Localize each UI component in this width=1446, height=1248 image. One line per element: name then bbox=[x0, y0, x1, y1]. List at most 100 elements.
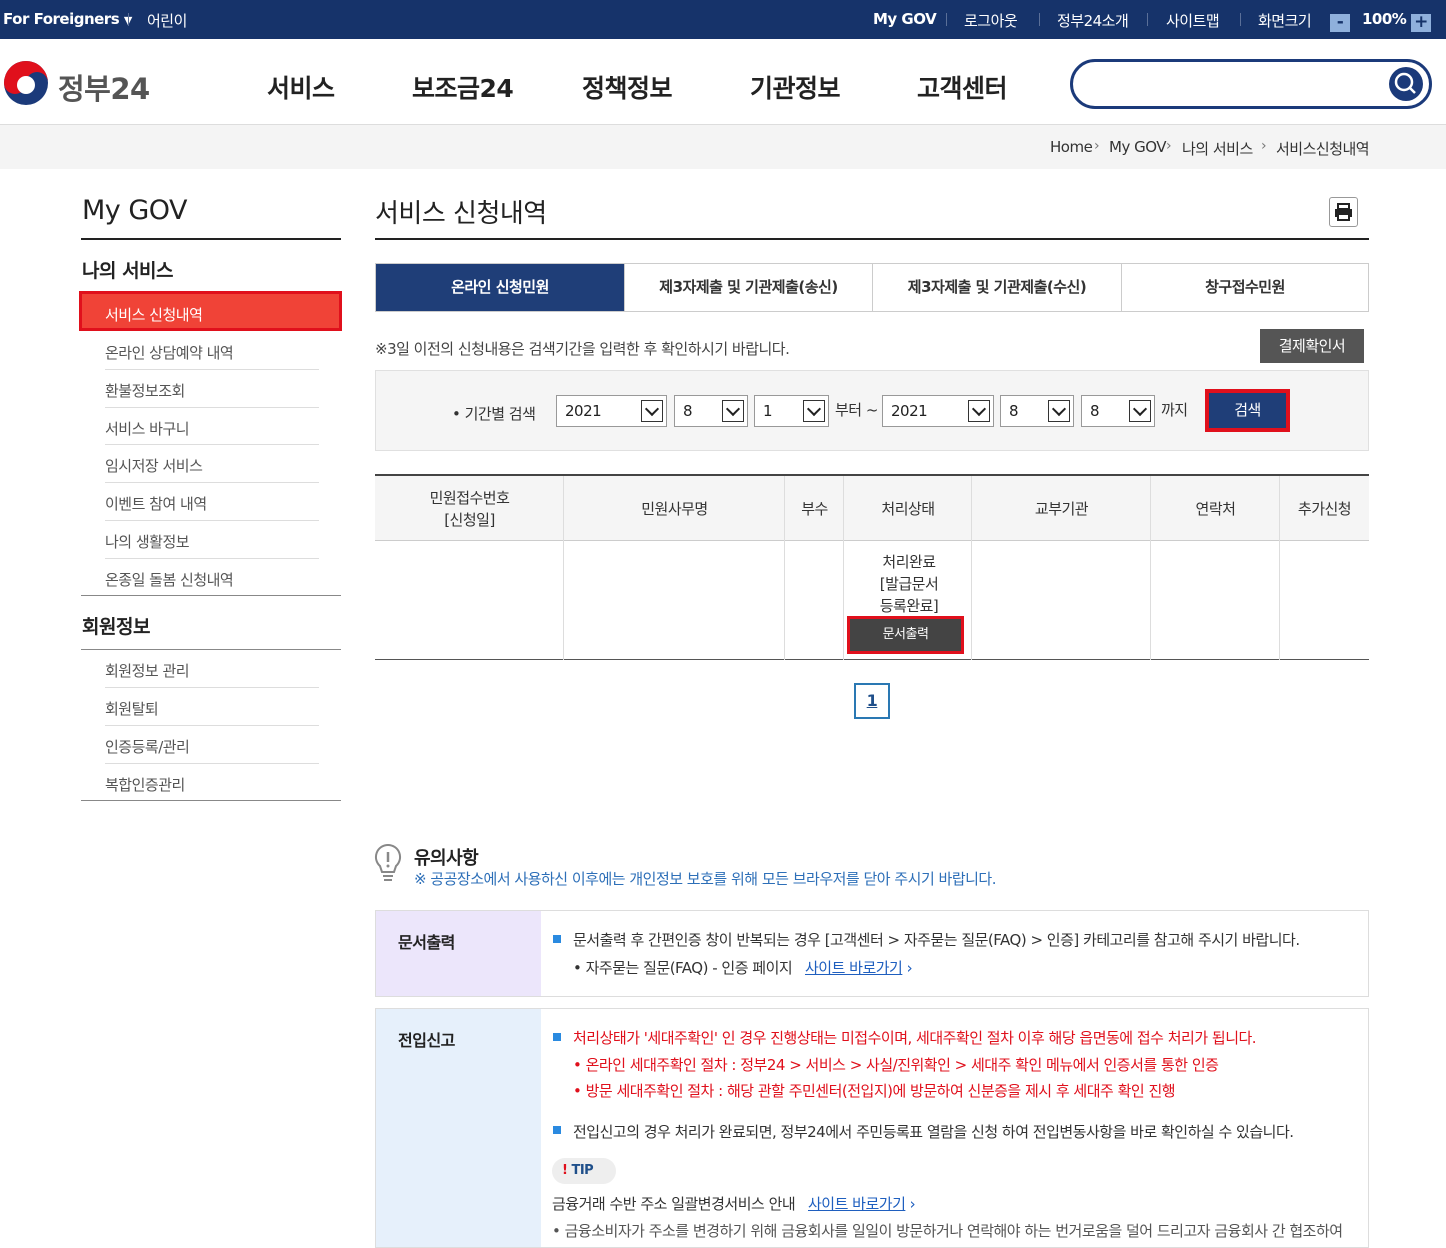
divider bbox=[1039, 13, 1040, 26]
sidebar-item-care[interactable]: 온종일 돌봄 신청내역 bbox=[105, 569, 234, 590]
to-day-select[interactable]: 8 bbox=[1081, 395, 1155, 427]
tip-site-link[interactable]: 사이트 바로가기 bbox=[808, 1195, 906, 1213]
divider bbox=[1240, 13, 1241, 26]
pagination-page[interactable]: 1 bbox=[854, 683, 890, 719]
bullet-square-icon bbox=[553, 1126, 561, 1134]
sidebar-item-consultation[interactable]: 온라인 상담예약 내역 bbox=[105, 342, 234, 363]
header-additional: 추가신청 bbox=[1297, 499, 1352, 518]
tip-subtext: • 금융소비자가 주소를 변경하기 위해 금융회사를 일일이 방문하거나 연락해… bbox=[552, 1222, 1343, 1240]
search-input[interactable] bbox=[1070, 59, 1432, 109]
for-foreigners-menu[interactable]: For Foreigners ▼ bbox=[3, 10, 132, 28]
info-subtext-red: • 온라인 세대주확인 절차 : 정부24 > 서비스 > 사실/진위확인 > … bbox=[573, 1056, 1219, 1074]
chevron-down-icon bbox=[641, 400, 663, 422]
to-month-select[interactable]: 8 bbox=[1000, 395, 1074, 427]
sidebar-item-cert[interactable]: 인증등록/관리 bbox=[105, 736, 190, 757]
tab-online-application[interactable]: 온라인 신청민원 bbox=[376, 264, 624, 311]
print-icon bbox=[1335, 203, 1352, 221]
sidebar-section-my-service: 나의 서비스 bbox=[82, 260, 174, 282]
header-receipt-number: 민원접수번호 [신청일] bbox=[429, 488, 510, 529]
sidebar-item-refund[interactable]: 환불정보조회 bbox=[105, 380, 185, 401]
government-logo-icon[interactable] bbox=[2, 59, 50, 107]
tab-counter-application[interactable]: 창구접수민원 bbox=[1121, 264, 1368, 311]
logout-link[interactable]: 로그아웃 bbox=[964, 10, 1018, 31]
chevron-right-icon: › bbox=[1094, 138, 1100, 154]
divider bbox=[375, 238, 1369, 240]
nav-policy[interactable]: 정책정보 bbox=[582, 69, 673, 105]
info-text: 전입신고의 경우 처리가 완료되면, 정부24에서 주민등록표 열람을 신청 하… bbox=[573, 1123, 1294, 1141]
document-print-button[interactable]: 문서출력 bbox=[847, 616, 964, 654]
divider bbox=[105, 482, 319, 483]
sidebar-item-basket[interactable]: 서비스 바구니 bbox=[105, 418, 190, 439]
sidebar-item-withdraw[interactable]: 회원탈퇴 bbox=[105, 698, 159, 719]
sidebar-item-service-history[interactable]: 서비스 신청내역 bbox=[79, 291, 342, 331]
screen-size-label: 화면크기 bbox=[1258, 12, 1312, 30]
search-icon bbox=[1394, 72, 1416, 94]
divider bbox=[784, 476, 785, 660]
from-month-select[interactable]: 8 bbox=[674, 395, 748, 427]
header-status: 처리상태 bbox=[881, 499, 935, 518]
period-search-label: • 기간별 검색 bbox=[452, 405, 536, 423]
tab-third-party-receive[interactable]: 제3자제출 및 기관제출(수신) bbox=[872, 264, 1121, 311]
breadcrumb-current: 서비스신청내역 bbox=[1276, 140, 1370, 158]
sidebar-item-temp-saved[interactable]: 임시저장 서비스 bbox=[105, 455, 203, 476]
chevron-right-icon: › bbox=[1166, 138, 1172, 154]
nav-subsidy[interactable]: 보조금24 bbox=[412, 69, 514, 105]
info-text: 문서출력 후 간편인증 창이 반복되는 경우 [고객센터 > 자주묻는 질문(F… bbox=[573, 931, 1300, 949]
tip-label: TIP bbox=[571, 1163, 594, 1178]
breadcrumb: Home › My GOV › 나의 서비스 › 서비스신청내역 bbox=[0, 125, 1446, 169]
to-month-value: 8 bbox=[1009, 402, 1019, 420]
sidebar-title: My GOV bbox=[82, 195, 188, 226]
breadcrumb-my-service[interactable]: 나의 서비스 bbox=[1182, 138, 1253, 159]
caution-text: ※ 공공장소에서 사용하신 이후에는 개인정보 보호를 위해 모든 브라우저를 … bbox=[414, 870, 997, 888]
to-year-select[interactable]: 2021 bbox=[882, 395, 994, 427]
application-table: 민원접수번호 [신청일] 민원사무명 부수 처리상태 교부기관 연락처 추가신청… bbox=[375, 474, 1369, 660]
info-box-move-in: 전입신고 처리상태가 '세대주확인' 인 경우 진행상태는 미접수이며, 세대주… bbox=[375, 1008, 1369, 1248]
nav-agency[interactable]: 기관정보 bbox=[750, 69, 841, 105]
divider bbox=[81, 595, 341, 596]
divider bbox=[1150, 476, 1151, 660]
page-title: 서비스 신청내역 bbox=[375, 199, 547, 229]
header-contact: 연락처 bbox=[1195, 499, 1236, 518]
from-year-value: 2021 bbox=[565, 402, 602, 420]
to-year-value: 2021 bbox=[891, 402, 928, 420]
chevron-right-icon: › bbox=[906, 959, 913, 977]
info-text-red: 처리상태가 '세대주확인' 인 경우 진행상태는 미접수이며, 세대주확인 절차… bbox=[573, 1029, 1257, 1047]
about-link[interactable]: 정부24소개 bbox=[1057, 10, 1129, 31]
sidebar-item-member-manage[interactable]: 회원정보 관리 bbox=[105, 660, 190, 681]
tip-description: 금융소비자가 주소를 변경하기 위해 금융회사를 일일이 방문하거나 연락해야 … bbox=[564, 1222, 1343, 1240]
caution-title: 유의사항 bbox=[414, 848, 479, 869]
search-button[interactable] bbox=[1389, 67, 1423, 101]
nav-service[interactable]: 서비스 bbox=[267, 69, 335, 105]
divider bbox=[105, 369, 319, 370]
tip-badge: ! TIP bbox=[552, 1158, 616, 1184]
site-name[interactable]: 정부24 bbox=[58, 66, 150, 108]
main-header: 정부24 서비스 보조금24 정책정보 기관정보 고객센터 bbox=[0, 39, 1446, 125]
zoom-in-button[interactable]: + bbox=[1411, 14, 1431, 32]
sidebar-item-multi-cert[interactable]: 복합인증관리 bbox=[105, 774, 185, 795]
chevron-down-icon bbox=[803, 400, 825, 422]
kids-link[interactable]: 어린이 bbox=[147, 10, 187, 31]
faq-site-link[interactable]: 사이트 바로가기 bbox=[805, 959, 903, 977]
sitemap-link[interactable]: 사이트맵 bbox=[1166, 10, 1220, 31]
bullet-square-icon bbox=[553, 1033, 561, 1041]
bullet-square-icon bbox=[553, 935, 561, 943]
divider bbox=[105, 520, 319, 521]
divider bbox=[843, 476, 844, 660]
status-text: 처리완료 [발급문서 등록완료] bbox=[879, 553, 939, 615]
from-year-select[interactable]: 2021 bbox=[556, 395, 667, 427]
divider bbox=[128, 13, 129, 26]
tab-third-party-send[interactable]: 제3자제출 및 기관제출(송신) bbox=[624, 264, 872, 311]
sidebar-item-life-info[interactable]: 나의 생활정보 bbox=[105, 531, 190, 552]
search-submit-button[interactable]: 검색 bbox=[1205, 389, 1290, 432]
mygov-link[interactable]: My GOV bbox=[873, 10, 937, 28]
print-button[interactable] bbox=[1329, 197, 1358, 227]
divider bbox=[81, 238, 341, 240]
breadcrumb-mygov[interactable]: My GOV bbox=[1109, 138, 1167, 156]
payment-confirmation-button[interactable]: 결제확인서 bbox=[1260, 329, 1364, 363]
sidebar-item-event[interactable]: 이벤트 참여 내역 bbox=[105, 493, 207, 514]
from-day-select[interactable]: 1 bbox=[754, 395, 829, 427]
search-notice: ※3일 이전의 신청내용은 검색기간을 입력한 후 확인하시기 바랍니다. bbox=[375, 340, 790, 358]
nav-customer-center[interactable]: 고객센터 bbox=[917, 69, 1008, 105]
zoom-out-button[interactable]: - bbox=[1330, 14, 1350, 32]
breadcrumb-home[interactable]: Home bbox=[1050, 138, 1093, 156]
